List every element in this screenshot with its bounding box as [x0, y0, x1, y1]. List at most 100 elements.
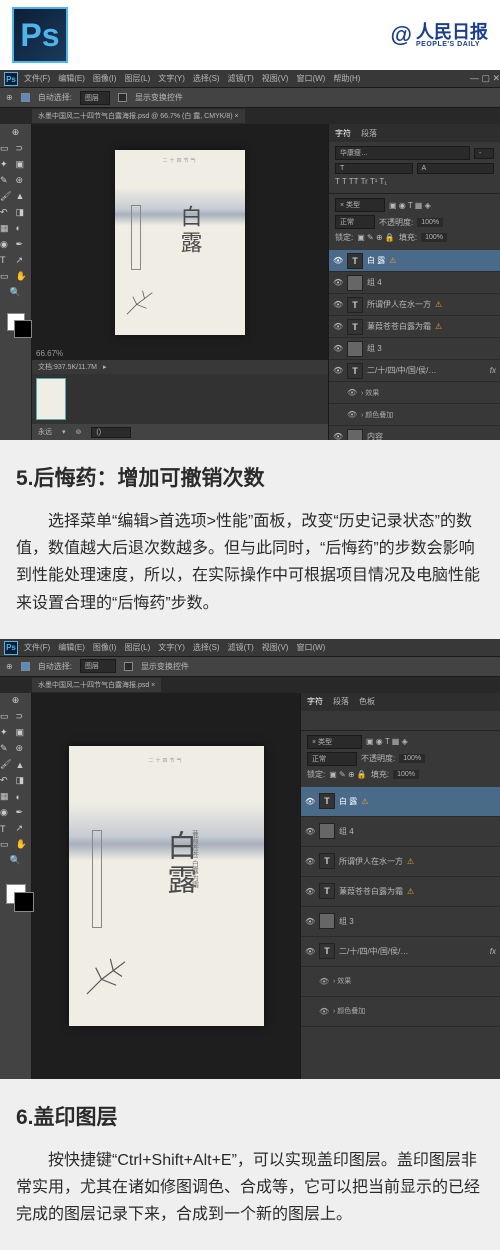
visibility-icon[interactable]: 👁 — [347, 410, 357, 419]
eraser-tool[interactable]: ◨ — [16, 207, 32, 218]
history-brush[interactable]: ↶ — [0, 775, 16, 786]
shape-tool[interactable]: ▭ — [0, 839, 16, 850]
type-btn[interactable]: T — [342, 177, 347, 186]
brush-tool[interactable]: 🖌 — [0, 191, 16, 202]
stamp-tool[interactable]: ▲ — [16, 191, 32, 201]
auto-select-dropdown[interactable]: 图层 — [80, 91, 110, 105]
move-tool[interactable]: ⊕ — [0, 124, 31, 140]
layer-row[interactable]: 👁› 颜色叠加 — [329, 404, 500, 426]
zoom-tool[interactable]: 🔍 — [0, 853, 31, 869]
blend-mode-dd[interactable]: 正常 — [335, 215, 375, 229]
para-tab[interactable]: 段落 — [333, 696, 349, 707]
auto-select-checkbox[interactable] — [21, 662, 30, 671]
document-tab[interactable]: 水墨中国风二十四节气白露海报.psd × — [32, 678, 161, 692]
menu-filter[interactable]: 滤镜(T) — [228, 642, 254, 653]
auto-select-checkbox[interactable] — [21, 93, 30, 102]
menu-layer[interactable]: 图层(L) — [124, 73, 150, 84]
layer-filter-dd[interactable]: × 类型 — [335, 198, 385, 212]
filter-icons[interactable]: ▣ ◉ T ▦ ◈ — [389, 201, 431, 210]
menu-view[interactable]: 视图(V) — [262, 642, 289, 653]
visibility-icon[interactable]: 👁 — [319, 1007, 329, 1016]
pen-tool[interactable]: ✒ — [16, 239, 32, 250]
gradient-tool[interactable]: ▦ — [0, 791, 16, 802]
window-controls[interactable]: — ▢ ✕ — [470, 73, 500, 84]
menu-edit[interactable]: 编辑(E) — [58, 73, 85, 84]
font-style-dd[interactable]: - — [474, 148, 494, 159]
menu-file[interactable]: 文件(F) — [24, 642, 50, 653]
history-brush[interactable]: ↶ — [0, 207, 16, 218]
layer-row[interactable]: 👁二/十/四/中/国/侯/…fx — [329, 360, 500, 382]
lasso-tool[interactable]: ⊃ — [16, 711, 32, 722]
gradient-tool[interactable]: ▦ — [0, 223, 16, 234]
show-transform-checkbox[interactable] — [124, 662, 133, 671]
eraser-tool[interactable]: ◨ — [16, 775, 32, 786]
visibility-icon[interactable]: 👁 — [305, 917, 315, 926]
blur-tool[interactable]: ◐ — [16, 223, 32, 233]
color-swatches[interactable] — [0, 875, 31, 913]
para-tab[interactable]: 段落 — [361, 128, 377, 139]
layer-row[interactable]: 👁蒹葭苍苍白露为霜⚠ — [301, 877, 500, 907]
opacity-value[interactable]: 100% — [399, 754, 425, 763]
fill-value[interactable]: 100% — [421, 233, 447, 242]
visibility-icon[interactable]: 👁 — [305, 827, 315, 836]
eyedropper-tool[interactable]: ✎ — [0, 743, 16, 754]
type-tool[interactable]: T — [0, 255, 16, 265]
type-btn[interactable]: Tr — [361, 177, 368, 186]
type-btn[interactable]: TT — [349, 177, 359, 186]
menu-image[interactable]: 图像(I) — [93, 642, 117, 653]
canvas[interactable]: 二十四节气 白露 66.67% — [32, 124, 328, 360]
menu-layer[interactable]: 图层(L) — [124, 642, 150, 653]
heal-tool[interactable]: ⊛ — [16, 175, 32, 186]
menu-select[interactable]: 选择(S) — [193, 642, 220, 653]
dodge-tool[interactable]: ◉ — [0, 807, 16, 818]
type-btn[interactable]: T₁ — [379, 177, 387, 186]
layer-row[interactable]: 👁组 3 — [329, 338, 500, 360]
lock-icons[interactable]: ▣ ✎ ⊕ 🔒 — [329, 770, 367, 779]
hand-tool[interactable]: ✋ — [16, 839, 32, 850]
leading-dd[interactable]: A — [417, 163, 495, 174]
opacity-value[interactable]: 100% — [417, 218, 443, 227]
stamp-tool[interactable]: ▲ — [16, 760, 32, 770]
layer-row[interactable]: 👁白 露⚠ — [301, 787, 500, 817]
visibility-icon[interactable]: 👁 — [333, 366, 343, 375]
layer-filter-dd[interactable]: × 类型 — [307, 735, 362, 749]
blur-tool[interactable]: ◐ — [16, 792, 32, 802]
timeline-thumb[interactable] — [36, 378, 66, 420]
crop-tool[interactable]: ▣ — [16, 159, 32, 170]
lasso-tool[interactable]: ⊃ — [16, 143, 32, 154]
type-btn[interactable]: T¹ — [370, 177, 378, 186]
visibility-icon[interactable]: 👁 — [333, 322, 343, 331]
layer-row[interactable]: 👁白 露⚠ — [329, 250, 500, 272]
fill-value[interactable]: 100% — [393, 770, 419, 779]
color-swatches[interactable] — [0, 306, 31, 338]
auto-select-dropdown[interactable]: 图层 — [80, 659, 116, 673]
shape-tool[interactable]: ▭ — [0, 271, 16, 282]
font-family-dd[interactable]: 华康瘦… — [335, 146, 470, 160]
type-tool[interactable]: T — [0, 824, 16, 834]
timeline-dd[interactable]: () — [91, 427, 131, 438]
menu-window[interactable]: 窗口(W) — [296, 73, 325, 84]
font-size-dd[interactable]: T — [335, 163, 413, 174]
pen-tool[interactable]: ✒ — [16, 807, 32, 818]
lock-icons[interactable]: ▣ ✎ ⊕ 🔒 — [357, 233, 395, 242]
menu-view[interactable]: 视图(V) — [262, 73, 289, 84]
visibility-icon[interactable]: 👁 — [305, 797, 315, 806]
layer-row[interactable]: 👁› 颜色叠加 — [301, 997, 500, 1027]
menu-file[interactable]: 文件(F) — [24, 73, 50, 84]
marquee-tool[interactable]: ▭ — [0, 143, 16, 154]
layer-row[interactable]: 👁所谓伊人在水一方⚠ — [301, 847, 500, 877]
wand-tool[interactable]: ✦ — [0, 727, 16, 738]
menu-edit[interactable]: 编辑(E) — [58, 642, 85, 653]
filter-icons[interactable]: ▣ ◉ T ▦ ◈ — [366, 737, 408, 746]
menu-filter[interactable]: 滤镜(T) — [228, 73, 254, 84]
visibility-icon[interactable]: 👁 — [333, 432, 343, 440]
visibility-icon[interactable]: 👁 — [333, 300, 343, 309]
wand-tool[interactable]: ✦ — [0, 159, 16, 170]
fx-badge[interactable]: fx — [490, 366, 496, 375]
menu-type[interactable]: 文字(Y) — [158, 642, 185, 653]
visibility-icon[interactable]: 👁 — [347, 388, 357, 397]
layer-row[interactable]: 👁组 4 — [301, 817, 500, 847]
menu-select[interactable]: 选择(S) — [193, 73, 220, 84]
layer-row[interactable]: 👁组 3 — [301, 907, 500, 937]
timeline-mode[interactable]: 永远 — [38, 427, 52, 437]
